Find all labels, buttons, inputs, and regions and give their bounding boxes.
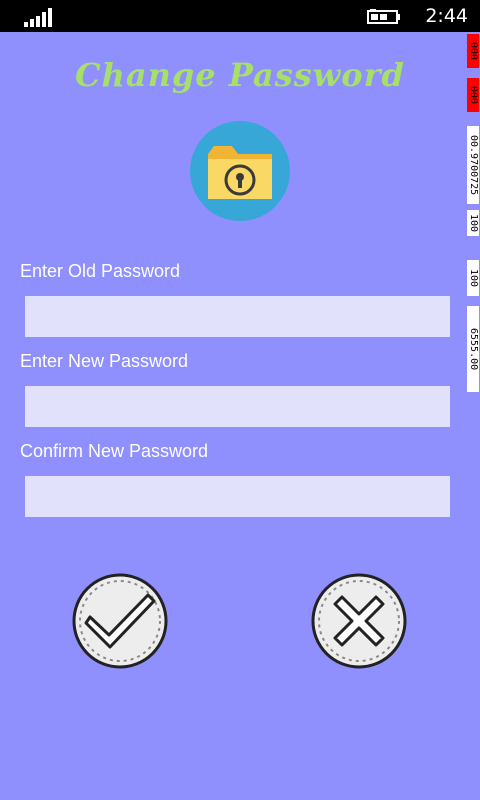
page-title: Change Password bbox=[75, 56, 405, 94]
x-icon bbox=[311, 573, 407, 669]
battery-charging-icon bbox=[367, 9, 400, 24]
debug-counter: 6555.00 bbox=[467, 306, 479, 392]
confirm-button[interactable] bbox=[70, 571, 170, 671]
locked-folder-icon bbox=[190, 121, 290, 221]
debug-counter: 100 bbox=[467, 210, 479, 236]
confirm-password-input[interactable] bbox=[25, 476, 450, 517]
new-password-input[interactable] bbox=[25, 386, 450, 427]
checkmark-icon bbox=[72, 573, 168, 669]
new-password-label: Enter New Password bbox=[20, 351, 189, 371]
status-time: 2:44 bbox=[425, 5, 468, 27]
debug-counter: 00.9700725 bbox=[467, 126, 479, 204]
debug-counter: 100 bbox=[467, 260, 479, 296]
signal-bars-icon bbox=[24, 8, 52, 27]
status-bar: 2:44 bbox=[0, 0, 480, 32]
cancel-button[interactable] bbox=[309, 571, 409, 671]
old-password-input[interactable] bbox=[25, 296, 450, 337]
confirm-password-label: Confirm New Password bbox=[20, 441, 209, 461]
old-password-label: Enter Old Password bbox=[20, 261, 181, 281]
